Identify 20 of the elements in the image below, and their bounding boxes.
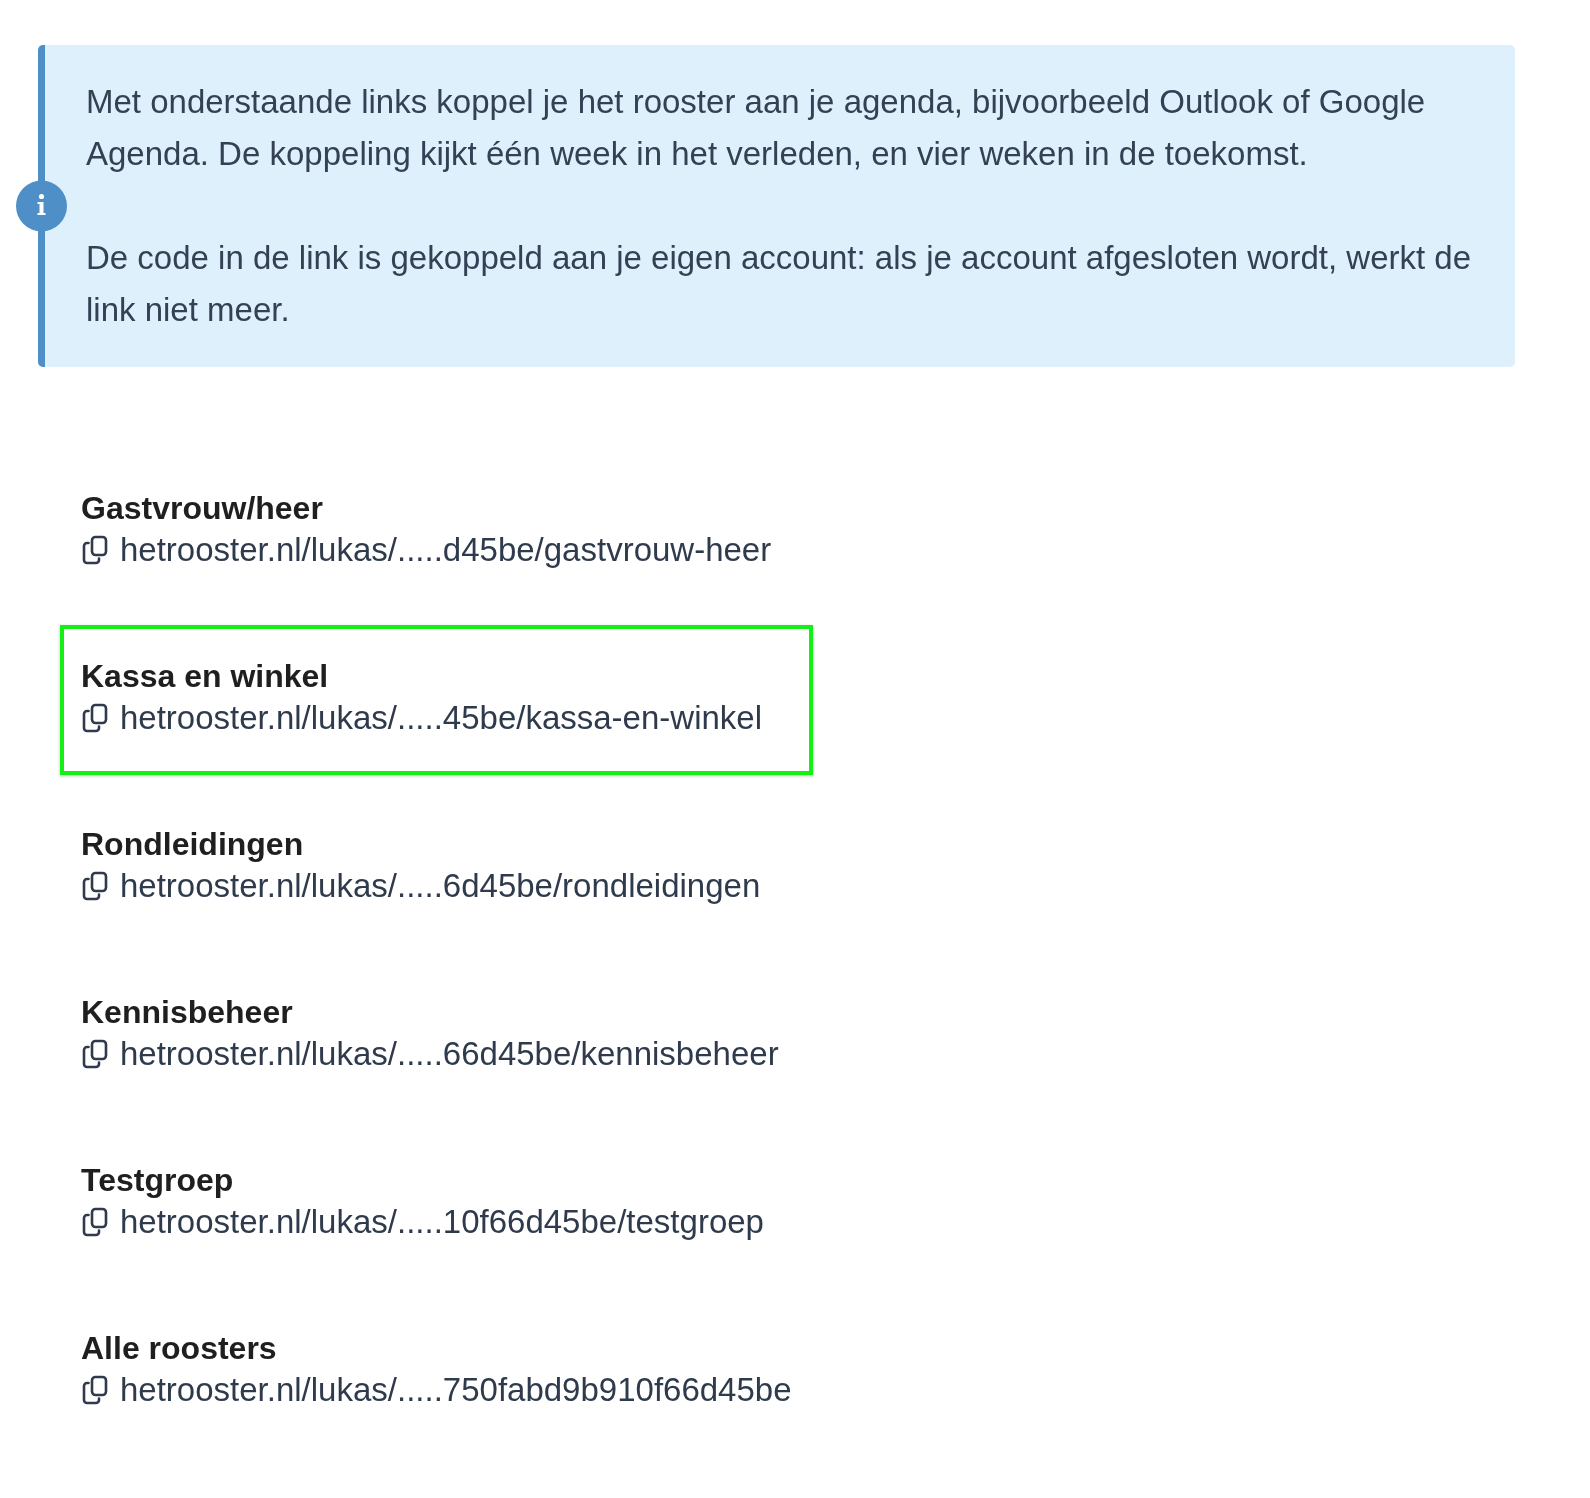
info-text: De code in de link is gekoppeld aan je eigen account: als je account afgesloten wordt, werkt de link niet meer. bbox=[86, 238, 1473, 330]
calendar-name: Alle roosters bbox=[81, 1329, 277, 1368]
copy-icon[interactable] bbox=[81, 1375, 109, 1405]
copy-icon[interactable] bbox=[81, 703, 109, 733]
calendar-link[interactable]: hetrooster.nl/lukas/.....66d45be/kennisbeheer bbox=[120, 1033, 779, 1075]
calendar-name: Kassa en winkel bbox=[81, 657, 329, 696]
copy-icon[interactable] bbox=[81, 871, 109, 901]
calendar-link[interactable]: hetrooster.nl/lukas/.....6d45be/rondleidingen bbox=[120, 865, 761, 907]
calendar-name: Kennisbeheer bbox=[81, 993, 293, 1032]
calendar-name: Rondleidingen bbox=[81, 825, 304, 864]
copy-icon[interactable] bbox=[81, 1039, 109, 1069]
calendar-link[interactable]: hetrooster.nl/lukas/.....10f66d45be/testgroep bbox=[120, 1201, 764, 1243]
calendar-link[interactable]: hetrooster.nl/lukas/.....d45be/gastvrouw-heer bbox=[120, 529, 772, 571]
calendar-link[interactable]: hetrooster.nl/lukas/.....45be/kassa-en-winkel bbox=[120, 697, 762, 739]
copy-icon[interactable] bbox=[81, 535, 109, 565]
calendar-name: Gastvrouw/heer bbox=[81, 489, 323, 528]
calendar-name: Testgroep bbox=[81, 1161, 234, 1200]
calendar-link[interactable]: hetrooster.nl/lukas/.....750fabd9b910f66d45be bbox=[120, 1369, 792, 1411]
info-text: Met onderstaande links koppel je het rooster aan je agenda, bijvoorbeeld Outlook of Google Agenda. De koppeling kijkt één week in het verleden, en vier weken in de toekomst. bbox=[86, 82, 1427, 174]
copy-icon[interactable] bbox=[81, 1207, 109, 1237]
